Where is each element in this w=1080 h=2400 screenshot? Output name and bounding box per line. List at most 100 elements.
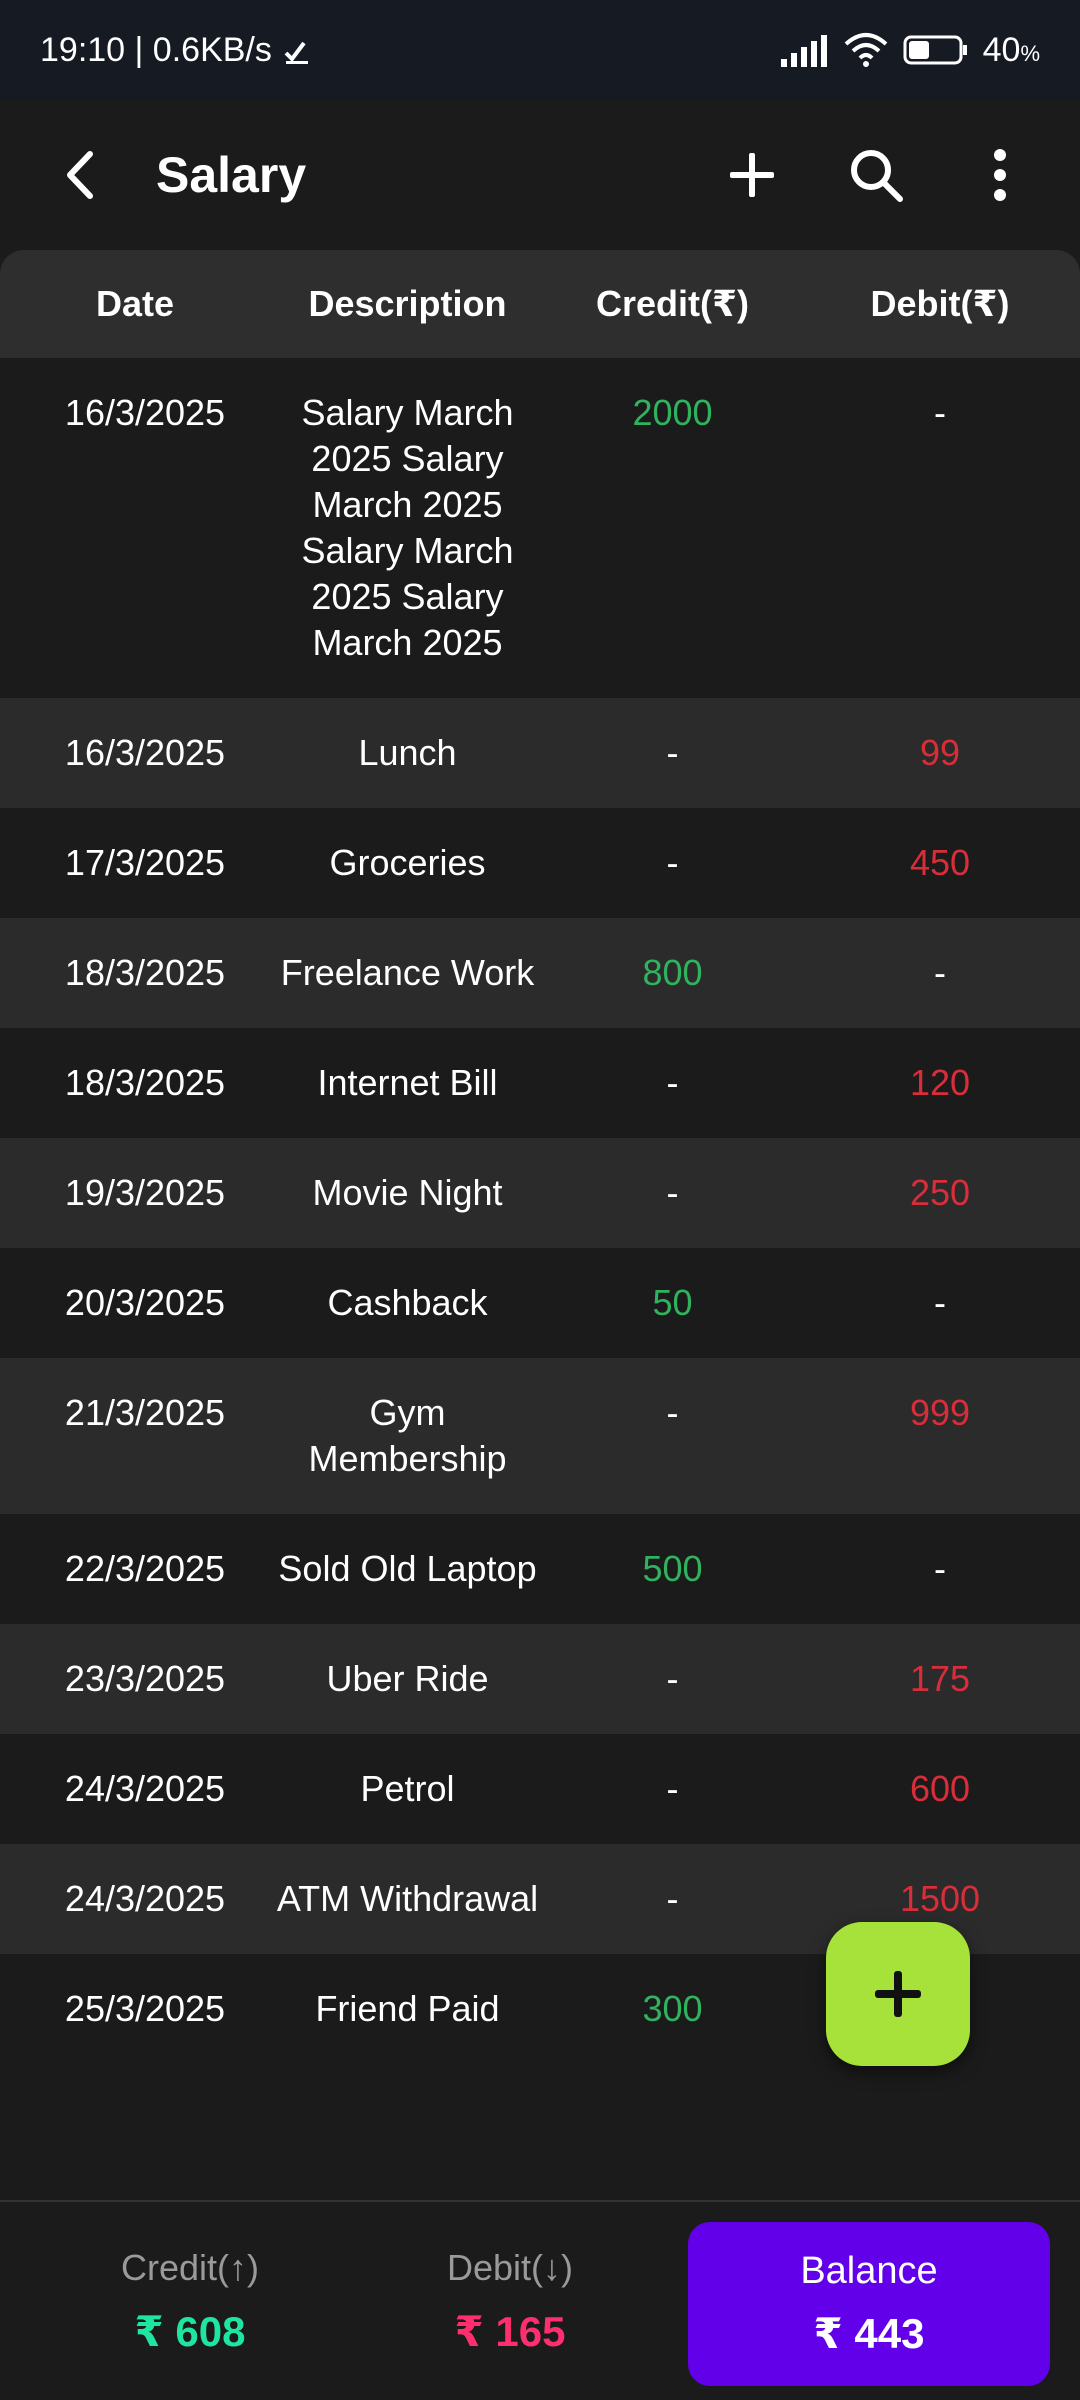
row-debit: - [934,1548,946,1589]
row-date: 17/3/2025 [64,842,226,883]
credit-summary: Credit(↑) ₹ 608 [30,2247,350,2356]
row-description: Uber Ride [326,1658,489,1699]
row-description: Groceries [329,842,486,883]
plus-icon [875,1971,921,2017]
table-row[interactable]: 16/3/2025 Lunch - 99 [0,698,1080,808]
row-description: Freelance Work [280,952,535,993]
row-description: Friend Paid [315,1988,500,2029]
row-credit: 2000 [632,392,713,433]
debit-summary-label: Debit(↓) [446,2246,574,2288]
row-date: 25/3/2025 [64,1988,226,2029]
add-transaction-fab[interactable] [826,1922,970,2066]
chevron-left-icon [67,151,93,199]
table-row[interactable]: 18/3/2025 Freelance Work 800 - [0,918,1080,1028]
back-button[interactable] [40,135,120,215]
row-date: 24/3/2025 [64,1768,226,1809]
row-description: Petrol [360,1768,455,1809]
more-vert-icon [994,149,1006,201]
row-date: 22/3/2025 [64,1548,226,1589]
row-credit: - [666,732,679,773]
balance-label: Balance [800,2250,938,2292]
more-options-button[interactable] [960,135,1040,215]
header-debit: Debit(₹) [870,283,1010,324]
row-date: 20/3/2025 [64,1282,226,1323]
row-debit: - [934,952,946,993]
row-debit: - [934,392,946,433]
search-button[interactable] [836,135,916,215]
row-credit: - [666,1392,679,1433]
row-date: 24/3/2025 [64,1878,226,1919]
row-date: 18/3/2025 [64,952,226,993]
row-credit: - [666,842,679,883]
row-credit: - [666,1658,679,1699]
row-description: Cashback [327,1282,488,1323]
table-header: Date Description Credit(₹) Debit(₹) [0,250,1080,358]
add-button[interactable] [712,135,792,215]
row-date: 21/3/2025 [64,1392,226,1433]
row-credit: - [666,1062,679,1103]
row-debit: - [934,1282,946,1323]
status-left: 19:10 | 0.6KB/s [40,31,312,70]
battery-percent: 40% [982,30,1040,69]
row-debit: 99 [919,732,961,773]
row-description: Salary March 2025 Salary March 2025 Sala… [301,392,514,663]
battery-icon [903,35,967,65]
header-date: Date [95,283,175,324]
table-row[interactable]: 21/3/2025 Gym Membership - 999 [0,1358,1080,1514]
table-row[interactable]: 18/3/2025 Internet Bill - 120 [0,1028,1080,1138]
transactions-table[interactable]: Date Description Credit(₹) Debit(₹) 16/3… [0,250,1080,2200]
credit-summary-label: Credit(↑) [120,2246,259,2288]
row-credit: 500 [642,1548,703,1589]
debit-summary: Debit(↓) ₹ 165 [350,2247,670,2356]
row-date: 16/3/2025 [64,392,226,433]
table-row[interactable]: 17/3/2025 Groceries - 450 [0,808,1080,918]
row-debit: 1500 [899,1878,981,1919]
app-actions [712,135,1040,215]
row-debit: 120 [909,1062,971,1103]
summary-bar: Credit(↑) ₹ 608 Debit(↓) ₹ 165 Balance ₹… [0,2200,1080,2400]
debit-summary-value: ₹ 165 [454,2307,566,2355]
header-description: Description [308,283,507,324]
table-row[interactable]: 23/3/2025 Uber Ride - 175 [0,1624,1080,1734]
credit-summary-value: ₹ 608 [134,2307,246,2355]
table-row[interactable]: 22/3/2025 Sold Old Laptop 500 - [0,1514,1080,1624]
wifi-icon [844,33,887,67]
status-right: 40% [779,31,1040,70]
signal-icon [780,35,827,67]
row-date: 19/3/2025 [64,1172,226,1213]
table-row[interactable]: 20/3/2025 Cashback 50 - [0,1248,1080,1358]
table-row[interactable]: 24/3/2025 Petrol - 600 [0,1734,1080,1844]
row-description: Movie Night [312,1172,503,1213]
app-bar: Salary [0,100,1080,250]
row-credit: - [666,1768,679,1809]
row-credit: 50 [652,1282,693,1323]
status-time-speed: 19:10 | 0.6KB/s [40,30,272,69]
row-debit: 450 [909,842,971,883]
row-description: Lunch [358,732,457,773]
row-description: Internet Bill [317,1062,498,1103]
page-title: Salary [156,147,307,203]
row-description: Sold Old Laptop [278,1548,537,1589]
row-date: 18/3/2025 [64,1062,226,1103]
search-icon [851,150,903,202]
row-credit: 300 [642,1988,703,2029]
header-credit: Credit(₹) [595,283,750,324]
status-bar: 19:10 | 0.6KB/s 40% [0,0,1080,100]
table-row[interactable]: 19/3/2025 Movie Night - 250 [0,1138,1080,1248]
download-done-icon [284,41,308,64]
row-date: 16/3/2025 [64,732,226,773]
row-credit: 800 [642,952,703,993]
row-date: 23/3/2025 [64,1658,226,1699]
table-row[interactable]: 16/3/2025 Salary March 2025 Salary March … [0,358,1080,698]
plus-icon [730,153,774,197]
row-description: Gym Membership [308,1392,507,1479]
row-debit: 999 [909,1392,971,1433]
balance-value: ₹ 443 [813,2310,925,2357]
row-debit: 175 [909,1658,971,1699]
balance-summary[interactable]: Balance ₹ 443 [688,2222,1050,2386]
row-debit: 250 [909,1172,971,1213]
row-description: ATM Withdrawal [276,1878,539,1919]
table-body: 16/3/2025 Salary March 2025 Salary March … [0,358,1080,2064]
row-credit: - [666,1878,679,1919]
row-credit: - [666,1172,679,1213]
